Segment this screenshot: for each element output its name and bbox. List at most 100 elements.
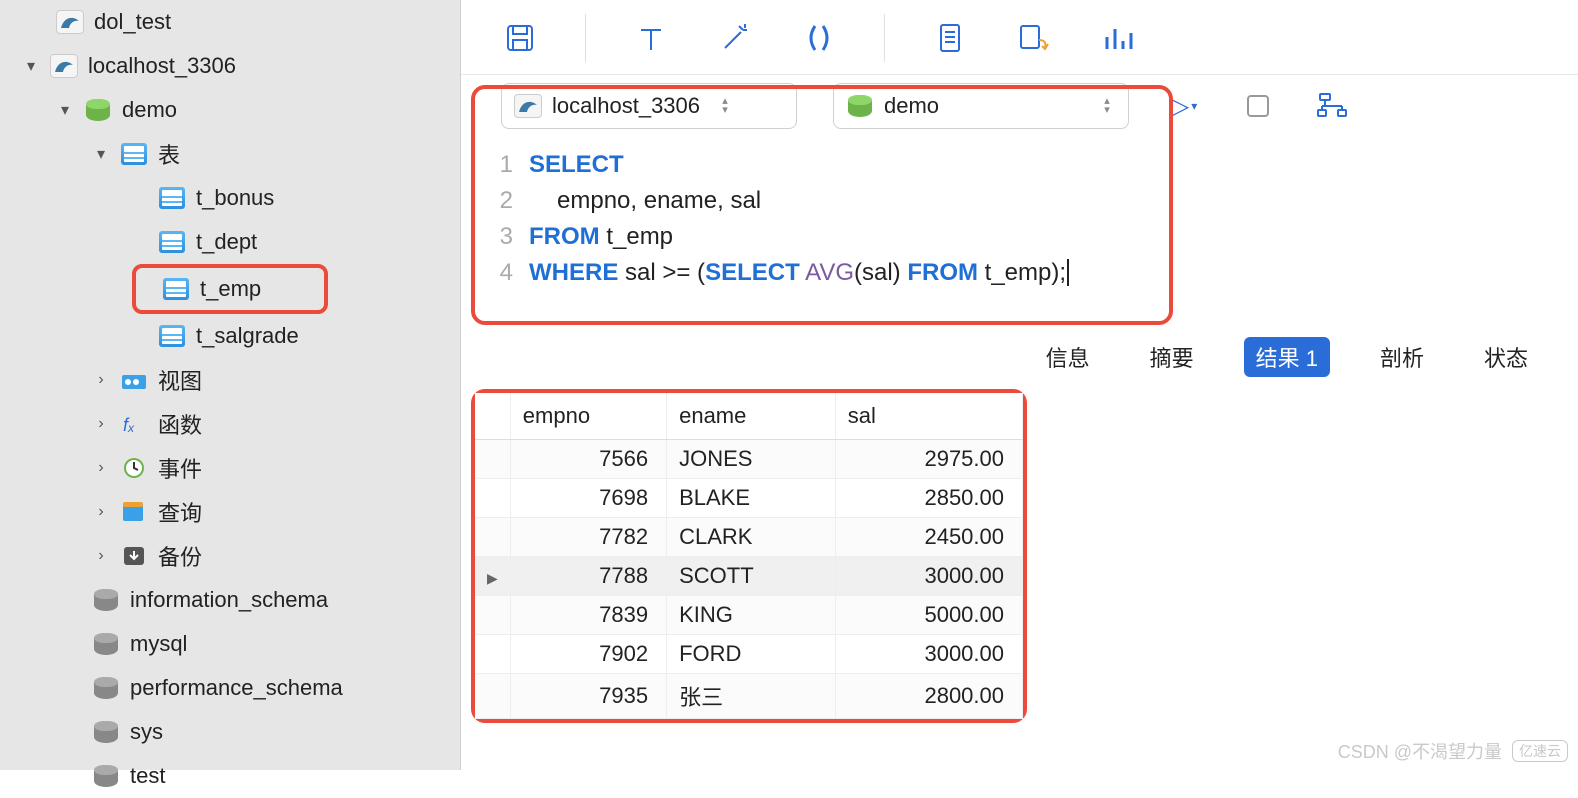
stop-button[interactable]	[1239, 87, 1277, 125]
table-row[interactable]: 7935张三2800.00	[475, 673, 1023, 718]
sidebar-item-top[interactable]: dol_test	[0, 0, 460, 44]
table-row[interactable]: 7782CLARK2450.00	[475, 517, 1023, 556]
events-label: 事件	[158, 452, 202, 484]
tab-status[interactable]: 状态	[1474, 337, 1538, 377]
views-icon	[120, 367, 148, 393]
sidebar-item-views[interactable]: › 视图	[0, 358, 460, 402]
sql-keyword: WHERE	[529, 259, 618, 286]
tab-analyze[interactable]: 剖析	[1370, 337, 1434, 377]
sidebar-item-backups[interactable]: › 备份	[0, 534, 460, 578]
database-icon	[84, 97, 112, 123]
sql-editor[interactable]: 1SELECT 2empno, ename, sal 3FROM t_emp 4…	[471, 139, 1578, 325]
cell-ename[interactable]: SCOTT	[667, 556, 836, 595]
sidebar: dol_test ▾ localhost_3306 ▾ demo ▾ 表 t_b…	[0, 0, 461, 770]
main-panel: localhost_3306 ▴▾ demo ▴▾ ▷▾ 1SELECT 2em…	[461, 0, 1578, 770]
cell-empno[interactable]: 7698	[510, 478, 666, 517]
cell-sal[interactable]: 3000.00	[835, 556, 1022, 595]
db-label: test	[130, 763, 165, 789]
sidebar-item-database[interactable]: ▾ demo	[0, 88, 460, 132]
magic-wand-icon[interactable]	[716, 19, 754, 57]
line-number: 4	[489, 255, 529, 291]
tab-result-1[interactable]: 结果 1	[1244, 337, 1330, 377]
table-label: t_emp	[200, 276, 261, 302]
chevron-right-icon: ›	[92, 547, 110, 565]
sidebar-item-db-sys[interactable]: sys	[0, 710, 460, 754]
sidebar-item-table-t-dept[interactable]: t_dept	[0, 220, 460, 264]
table-row[interactable]: 7566JONES2975.00	[475, 439, 1023, 478]
sidebar-item-table-t-bonus[interactable]: t_bonus	[0, 176, 460, 220]
table-icon	[158, 229, 186, 255]
separator	[884, 14, 885, 62]
sql-body: t_emp	[600, 223, 673, 250]
db-label: performance_schema	[130, 675, 343, 701]
cell-empno[interactable]: 7788	[510, 556, 666, 595]
cell-sal[interactable]: 2975.00	[835, 439, 1022, 478]
sql-keyword: SELECT	[705, 259, 800, 286]
database-label: demo	[122, 97, 177, 123]
column-header-sal[interactable]: sal	[835, 393, 1022, 439]
column-header-empno[interactable]: empno	[510, 393, 666, 439]
cell-empno[interactable]: 7935	[510, 673, 666, 718]
chevron-right-icon: ›	[92, 371, 110, 389]
chart-icon[interactable]	[1099, 19, 1137, 57]
sidebar-item-connection[interactable]: ▾ localhost_3306	[0, 44, 460, 88]
cell-empno[interactable]: 7902	[510, 634, 666, 673]
sidebar-item-events[interactable]: › 事件	[0, 446, 460, 490]
row-indicator	[475, 673, 510, 718]
cell-empno[interactable]: 7782	[510, 517, 666, 556]
cell-sal[interactable]: 2450.00	[835, 517, 1022, 556]
query-icon	[120, 499, 148, 525]
table-group-icon	[120, 141, 148, 167]
row-indicator	[475, 634, 510, 673]
cell-sal[interactable]: 2800.00	[835, 673, 1022, 718]
sidebar-item-functions[interactable]: › fₓ 函数	[0, 402, 460, 446]
sql-keyword: SELECT	[529, 147, 624, 183]
cell-ename[interactable]: BLAKE	[667, 478, 836, 517]
save-icon[interactable]	[501, 19, 539, 57]
table-row[interactable]: 7902FORD3000.00	[475, 634, 1023, 673]
cell-empno[interactable]: 7566	[510, 439, 666, 478]
line-number: 1	[489, 147, 529, 183]
cell-ename[interactable]: 张三	[667, 673, 836, 718]
toolbar	[461, 0, 1578, 75]
tab-info[interactable]: 信息	[1036, 337, 1100, 377]
row-indicator	[475, 595, 510, 634]
database-icon	[92, 719, 120, 745]
cell-empno[interactable]: 7839	[510, 595, 666, 634]
document-icon[interactable]	[931, 19, 969, 57]
sidebar-item-db-mysql[interactable]: mysql	[0, 622, 460, 666]
chevron-down-icon: ▾	[56, 100, 74, 120]
parentheses-icon[interactable]	[800, 19, 838, 57]
line-number: 2	[489, 183, 529, 219]
sidebar-item-table-t-emp[interactable]: t_emp	[132, 264, 328, 314]
cell-ename[interactable]: KING	[667, 595, 836, 634]
hammer-icon[interactable]	[632, 19, 670, 57]
line-number: 3	[489, 219, 529, 255]
cell-sal[interactable]: 5000.00	[835, 595, 1022, 634]
sidebar-item-db-test[interactable]: test	[0, 754, 460, 798]
cell-ename[interactable]: JONES	[667, 439, 836, 478]
explain-icon[interactable]	[1313, 87, 1351, 125]
sidebar-item-queries[interactable]: › 查询	[0, 490, 460, 534]
table-icon	[162, 276, 190, 302]
tab-summary[interactable]: 摘要	[1140, 337, 1204, 377]
sidebar-item-tables[interactable]: ▾ 表	[0, 132, 460, 176]
column-header-ename[interactable]: ename	[667, 393, 836, 439]
table-label: t_salgrade	[196, 323, 299, 349]
cell-ename[interactable]: FORD	[667, 634, 836, 673]
tables-label: 表	[158, 138, 180, 170]
results-grid: empno ename sal 7566JONES2975.007698BLAK…	[471, 389, 1578, 723]
cell-sal[interactable]: 3000.00	[835, 634, 1022, 673]
table-row[interactable]: 7839KING5000.00	[475, 595, 1023, 634]
database-icon	[92, 675, 120, 701]
cell-sal[interactable]: 2850.00	[835, 478, 1022, 517]
table-row[interactable]: ▶7788SCOTT3000.00	[475, 556, 1023, 595]
export-icon[interactable]	[1015, 19, 1053, 57]
sidebar-item-db-information-schema[interactable]: information_schema	[0, 578, 460, 622]
sidebar-item-table-t-salgrade[interactable]: t_salgrade	[0, 314, 460, 358]
table-row[interactable]: 7698BLAKE2850.00	[475, 478, 1023, 517]
sidebar-item-db-performance-schema[interactable]: performance_schema	[0, 666, 460, 710]
table-label: t_bonus	[196, 185, 274, 211]
views-label: 视图	[158, 364, 202, 396]
cell-ename[interactable]: CLARK	[667, 517, 836, 556]
